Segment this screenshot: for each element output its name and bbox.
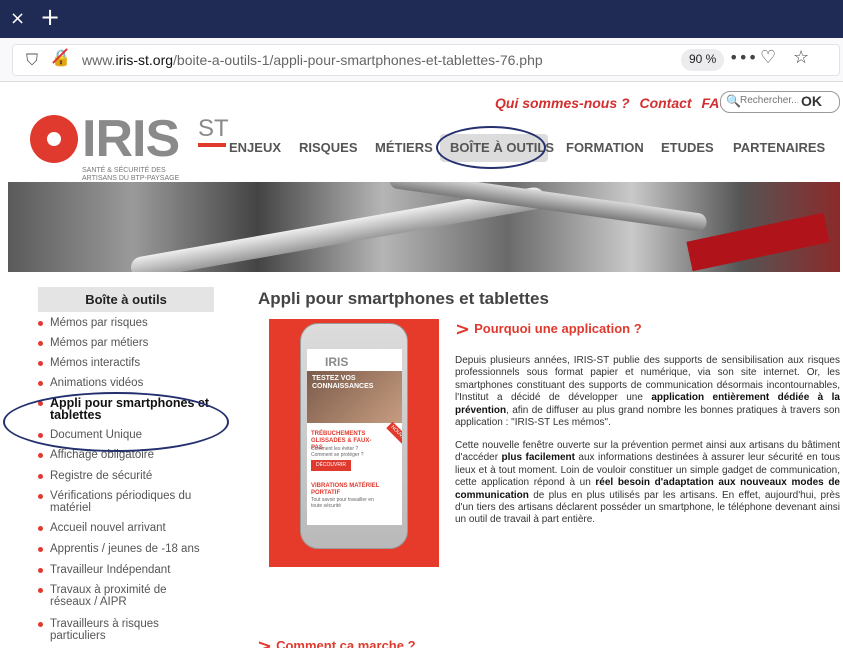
sidebar-item-apprentis[interactable]: Apprentis / jeunes de -18 ans	[38, 543, 224, 555]
sidebar-item-memos-risques[interactable]: Mémos par risques	[38, 317, 224, 329]
nav-metiers[interactable]: MÉTIERS	[375, 140, 433, 155]
phone-card1-button: DÉCOUVRIR	[311, 460, 351, 471]
logo-mark	[30, 115, 78, 163]
logo-tagline: SANTÉ & SÉCURITÉ DES ARTISANS DU BTP-PAY…	[82, 167, 180, 182]
new-tab-icon[interactable]: +	[40, 3, 60, 31]
sidebar-item-travaux-reseaux[interactable]: Travaux à proximité de réseaux / AIPR	[38, 584, 178, 608]
sidebar-item-memos-metiers[interactable]: Mémos par métiers	[38, 337, 224, 349]
phone-hero-text: TESTEZ VOS CONNAISSANCES	[312, 375, 374, 390]
sidebar-item-animations-videos[interactable]: Animations vidéos	[38, 377, 224, 389]
paragraph-intro: Depuis plusieurs années, IRIS-ST publie …	[455, 355, 840, 429]
logo-underline	[198, 143, 226, 147]
site-logo[interactable]: IRIS ST SANTÉ & SÉCURITÉ DES ARTISANS DU…	[30, 109, 229, 182]
chevron-right-icon: >	[455, 319, 471, 340]
pocket-icon[interactable]: ♡	[760, 47, 776, 68]
logo-word: IRIS	[82, 110, 180, 168]
sidebar-title: Boîte à outils	[85, 292, 167, 307]
page-content: IRIS ST SANTÉ & SÉCURITÉ DES ARTISANS DU…	[0, 83, 843, 648]
url-text[interactable]: www.iris-st.org/boite-a-outils-1/appli-p…	[82, 52, 543, 68]
phone-app-logo: IRIS	[325, 355, 349, 369]
tools-banner-image	[8, 182, 840, 272]
more-actions-icon[interactable]: •••	[729, 48, 757, 67]
highlight-oval-nav	[436, 126, 546, 169]
section-heading-comment: > Comment ça marche ?	[257, 636, 416, 648]
sidebar-item-risques-particuliers[interactable]: Travailleurs à risques particuliers	[38, 618, 178, 642]
sidebar-item-travailleur-independant[interactable]: Travailleur Indépendant	[38, 564, 224, 576]
phone-card2-title: VIBRATIONS MATÉRIEL PORTATIF	[311, 483, 380, 496]
bookmark-star-icon[interactable]: ☆	[793, 47, 809, 68]
link-contact[interactable]: Contact	[639, 95, 691, 111]
phone-card1-sub: Comment les éviter ? Comment se protéger…	[311, 446, 364, 458]
phone-screen: IRIS TESTEZ VOS CONNAISSANCES TRÉBUCHEME…	[307, 349, 402, 525]
search-ok-button[interactable]: OK	[801, 93, 822, 109]
navigation-bar: ⛉ 🔒 www.iris-st.org/boite-a-outils-1/app…	[0, 38, 843, 82]
site-search: 🔍 OK	[720, 91, 840, 113]
sidebar-item-registre-securite[interactable]: Registre de sécurité	[38, 470, 224, 482]
close-tab-icon[interactable]: ×	[10, 8, 25, 29]
section-heading-pourquoi: > Pourquoi une application ?	[455, 319, 642, 340]
link-qui-sommes-nous[interactable]: Qui sommes-nous ?	[495, 95, 630, 111]
nav-risques[interactable]: RISQUES	[299, 140, 358, 155]
search-icon: 🔍	[726, 94, 741, 108]
nav-partenaires[interactable]: PARTENAIRES	[733, 140, 825, 155]
sidebar-item-memos-interactifs[interactable]: Mémos interactifs	[38, 357, 224, 369]
chevron-right-icon: >	[257, 636, 273, 648]
top-links: Qui sommes-nous ? Contact FAQ	[495, 95, 736, 111]
highlight-oval-sidebar	[3, 392, 229, 452]
nav-enjeux[interactable]: ENJEUX	[229, 140, 281, 155]
sidebar-header: Boîte à outils	[38, 287, 214, 312]
insecure-lock-icon[interactable]: 🔒	[51, 48, 71, 67]
nav-formation[interactable]: FORMATION	[566, 140, 644, 155]
shield-icon[interactable]: ⛉	[26, 50, 38, 70]
search-input[interactable]	[740, 95, 798, 106]
paragraph-details: Cette nouvelle fenêtre ouverte sur la pr…	[455, 440, 840, 526]
logo-st: ST	[198, 115, 229, 142]
page-title: Appli pour smartphones et tablettes	[258, 289, 549, 308]
sidebar-item-verifications[interactable]: Vérifications périodiques du matériel	[38, 490, 198, 514]
phone-ribbon: NOUVEAU	[386, 421, 402, 450]
nav-etudes[interactable]: ETUDES	[661, 140, 714, 155]
zoom-level[interactable]: 90 %	[681, 49, 725, 71]
phone-card2-sub: Tout savoir pour travailler en toute séc…	[311, 497, 374, 509]
sidebar-item-accueil-arrivant[interactable]: Accueil nouvel arrivant	[38, 522, 224, 534]
tab-bar: × +	[0, 0, 843, 38]
